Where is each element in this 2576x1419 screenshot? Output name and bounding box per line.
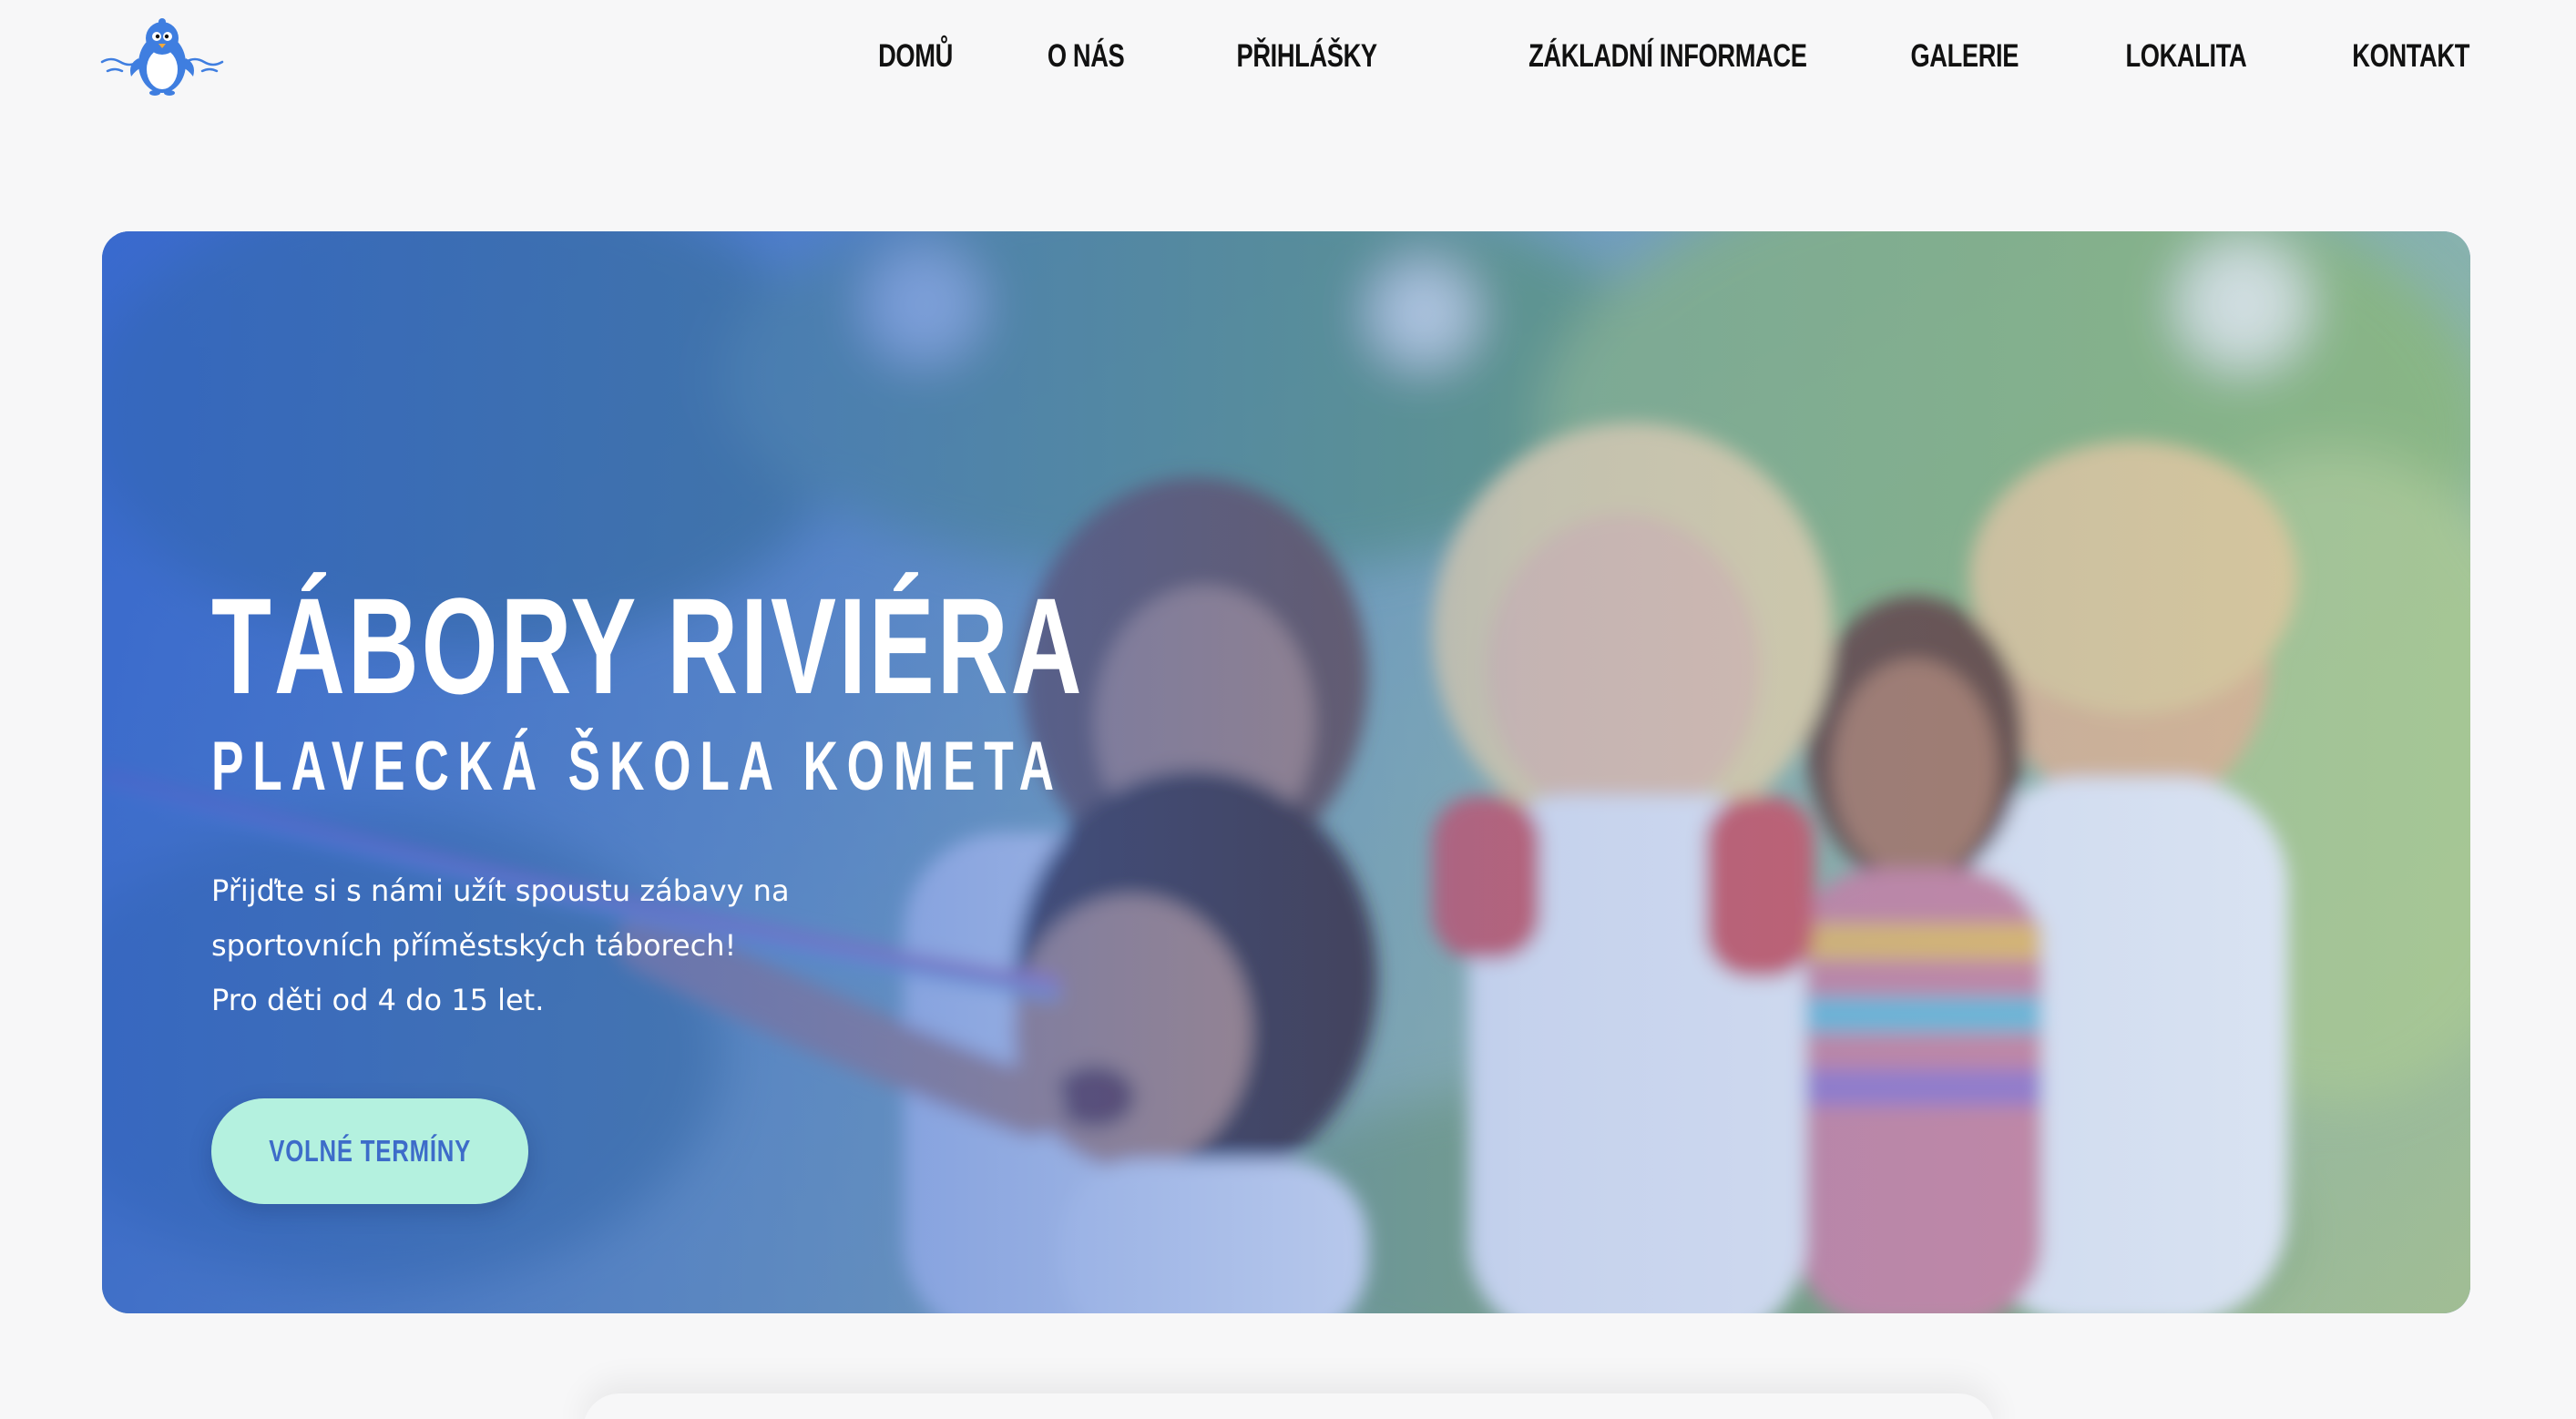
hero-subtitle: PLAVECKÁ ŠKOLA KOMETA xyxy=(211,728,1063,805)
hero-content: TÁBORY RIVIÉRA PLAVECKÁ ŠKOLA KOMETA Při… xyxy=(211,577,1304,1027)
nav-item-galerie[interactable]: GALERIE xyxy=(1910,33,2019,80)
hero-text-line: Přijďte si s námi užít spoustu zábavy na xyxy=(211,873,790,908)
hero-description: Přijďte si s námi užít spoustu zábavy na… xyxy=(211,863,958,1027)
hero-text-line: Pro děti od 4 do 15 let. xyxy=(211,983,545,1017)
nav-item-prihlasky[interactable]: PŘIHLÁŠKY xyxy=(1237,33,1378,80)
nav-item-o-nas[interactable]: O NÁS xyxy=(1048,33,1125,80)
nav-item-lokalita[interactable]: LOKALITA xyxy=(2125,33,2246,80)
main-nav: DOMŮ O NÁS PŘIHLÁŠKY ZÁKLADNÍ INFORMACE … xyxy=(857,33,2469,80)
hero-text-line: sportovních příměstských táborech! xyxy=(211,928,737,963)
free-dates-button-label: VOLNÉ TERMÍNY xyxy=(269,1134,471,1168)
logo-link[interactable] xyxy=(100,16,224,98)
hero-title: TÁBORY RIVIÉRA xyxy=(211,569,1085,722)
nav-item-zakladni-informace[interactable]: ZÁKLADNÍ INFORMACE xyxy=(1528,33,1807,80)
nav-item-kontakt[interactable]: KONTAKT xyxy=(2352,33,2469,80)
penguin-icon xyxy=(100,18,224,96)
nav-item-domu[interactable]: DOMŮ xyxy=(878,33,953,80)
free-dates-button[interactable]: VOLNÉ TERMÍNY xyxy=(211,1098,528,1204)
site-header: DOMŮ O NÁS PŘIHLÁŠKY ZÁKLADNÍ INFORMACE … xyxy=(0,0,2576,118)
next-section-edge xyxy=(583,1393,1995,1419)
page: DOMŮ O NÁS PŘIHLÁŠKY ZÁKLADNÍ INFORMACE … xyxy=(0,0,2576,1419)
hero-banner: TÁBORY RIVIÉRA PLAVECKÁ ŠKOLA KOMETA Při… xyxy=(102,231,2470,1313)
